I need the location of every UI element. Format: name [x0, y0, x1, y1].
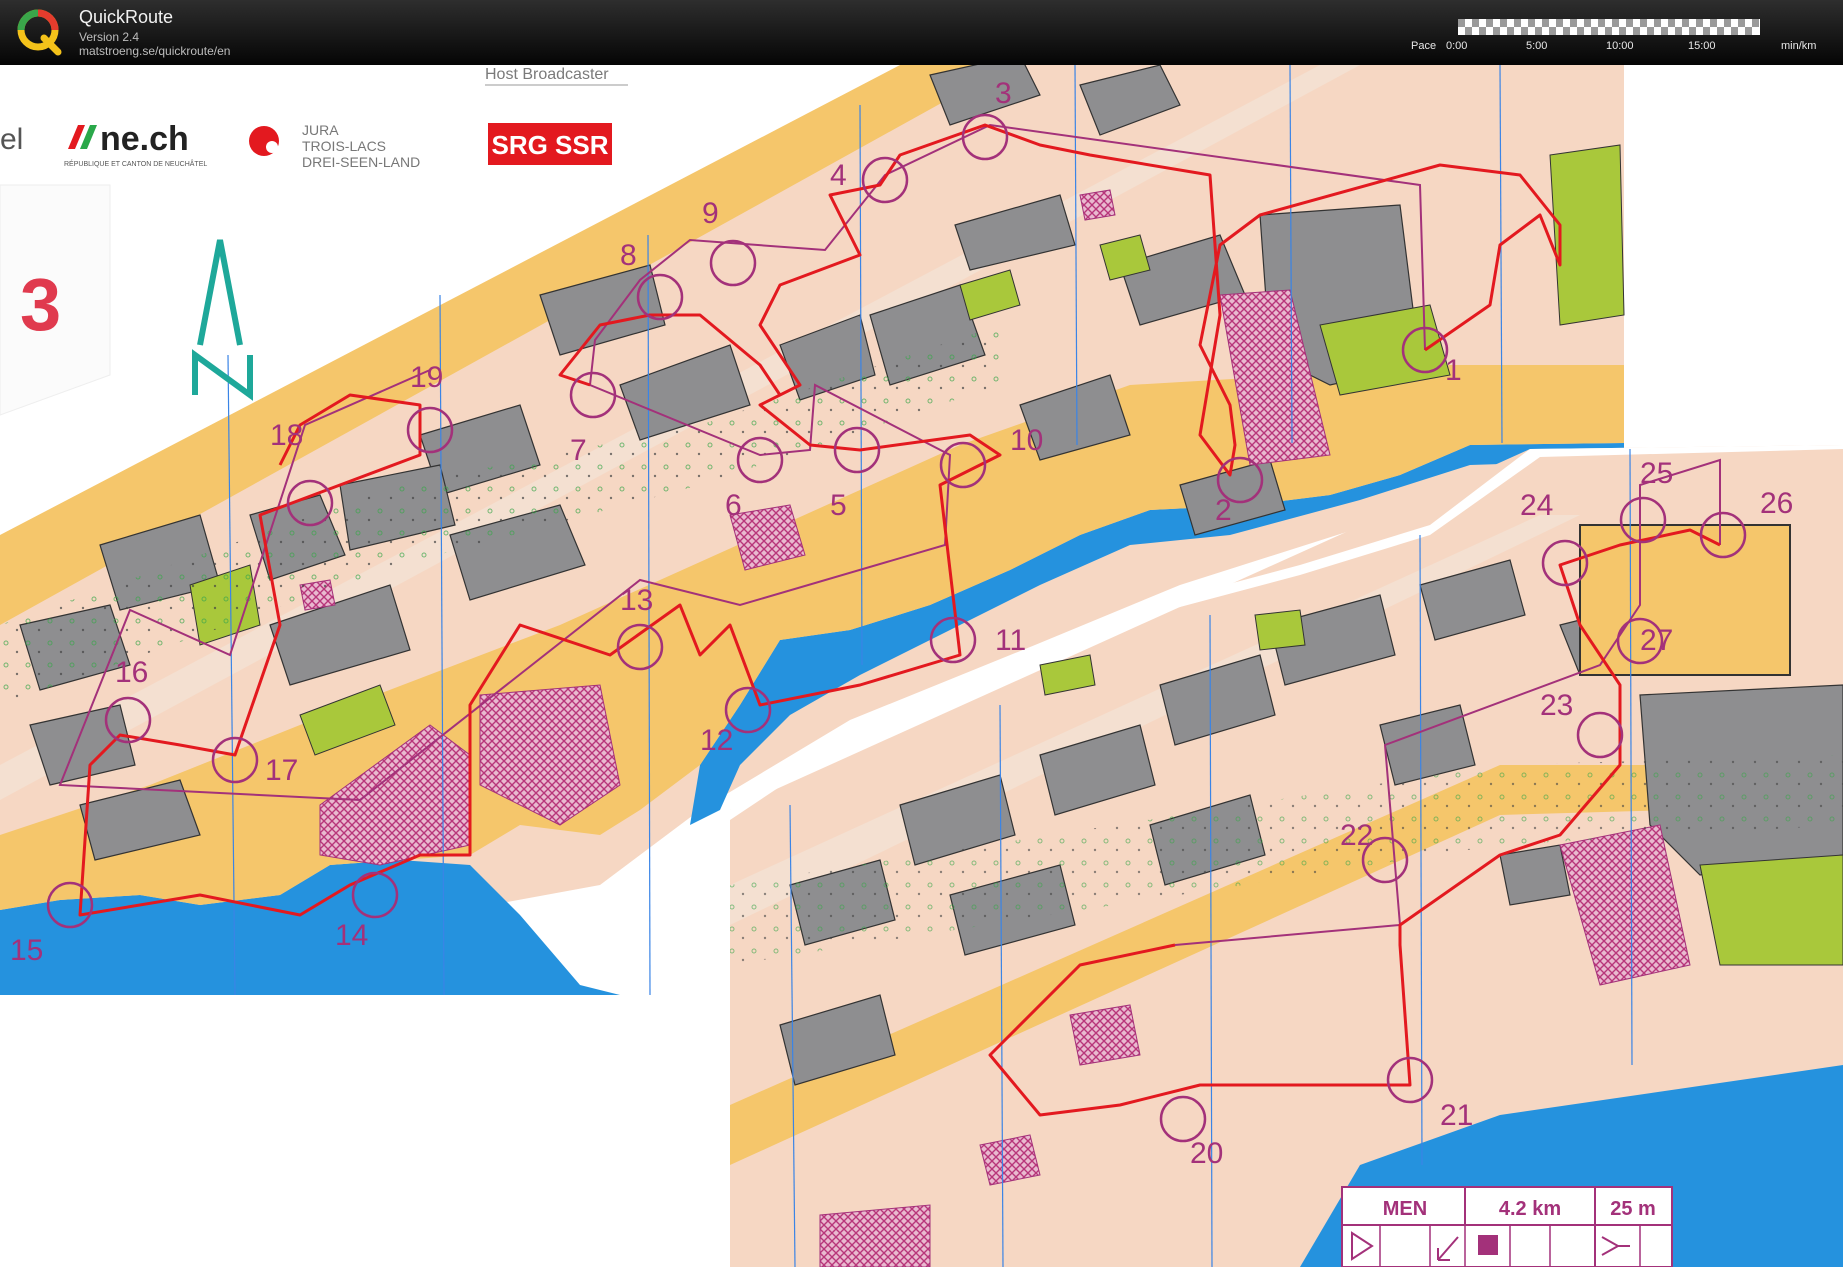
pace-tick: 15:00	[1688, 40, 1716, 52]
control-number: 25	[1640, 457, 1673, 490]
pace-tick: 10:00	[1606, 40, 1634, 52]
control-number: 26	[1760, 487, 1793, 520]
map-number: 3	[20, 263, 61, 346]
ne-ch-text: ne.ch	[100, 120, 189, 158]
control-number: 22	[1340, 819, 1373, 852]
control-number: 14	[335, 919, 368, 952]
control-number: 27	[1640, 624, 1673, 657]
control-number: 10	[1010, 424, 1043, 457]
feature-square-icon	[1478, 1235, 1498, 1255]
course-distance: 4.2 km	[1499, 1198, 1561, 1220]
srg-ssr-text: SRG SSR	[491, 130, 608, 160]
sponsor-cutoff-text: el	[0, 123, 23, 156]
pace-tick: 0:00	[1446, 40, 1468, 52]
control-number: 23	[1540, 689, 1573, 722]
control-number: 9	[702, 197, 719, 230]
app-version: Version 2.4	[79, 30, 140, 44]
control-number: 24	[1520, 489, 1553, 522]
control-number: 3	[995, 77, 1012, 110]
pace-scale-bar	[1458, 19, 1760, 35]
control-number: 2	[1215, 494, 1232, 527]
control-number: 6	[725, 489, 742, 522]
pace-label: Pace	[1411, 40, 1437, 52]
srg-ssr-logo: SRG SSR	[488, 123, 612, 165]
app-url-link[interactable]: matstroeng.se/quickroute/en	[79, 44, 230, 58]
control-number: 19	[410, 361, 443, 394]
jura-line1: JURA	[302, 122, 339, 138]
app-header: QuickRoute Version 2.4 matstroeng.se/qui…	[0, 0, 1843, 65]
control-number: 7	[570, 434, 587, 467]
host-broadcaster-label: Host Broadcaster	[485, 66, 609, 83]
pace-unit: min/km	[1781, 40, 1817, 52]
control-number: 11	[995, 624, 1026, 657]
control-number: 8	[620, 239, 637, 272]
control-number: 21	[1440, 1099, 1473, 1132]
course-info-box: MEN 4.2 km 25 m	[1341, 1186, 1673, 1267]
control-number: 5	[830, 489, 847, 522]
jura-line2: TROIS-LACS	[302, 138, 386, 154]
control-number: 15	[10, 934, 43, 967]
control-number: 1	[1445, 354, 1462, 387]
control-number: 20	[1190, 1137, 1223, 1170]
control-number: 13	[620, 584, 653, 617]
jura-line3: DREI-SEEN-LAND	[302, 154, 420, 170]
pace-tick: 5:00	[1526, 40, 1548, 52]
control-number: 12	[700, 724, 733, 757]
control-number: 4	[830, 159, 847, 192]
control-number: 17	[265, 754, 298, 787]
course-climb: 25 m	[1610, 1198, 1656, 1220]
quickroute-logo-icon	[17, 9, 62, 56]
control-number: 16	[115, 656, 148, 689]
course-class: MEN	[1383, 1198, 1427, 1220]
control-number: 18	[270, 419, 303, 452]
ne-caption-text: RÉPUBLIQUE ET CANTON DE NEUCHÂTEL	[64, 159, 207, 168]
orienteering-map-canvas[interactable]: 1234567891011121314151617181920212223242…	[0, 65, 1843, 1267]
app-name: QuickRoute	[79, 7, 174, 27]
